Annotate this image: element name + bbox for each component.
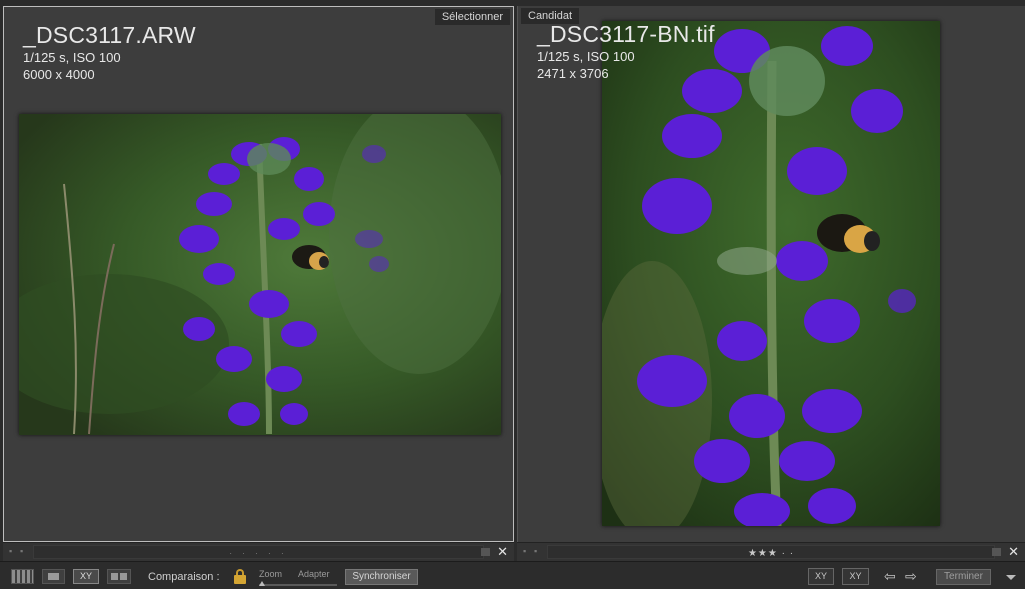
- compare-label: Comparaison :: [148, 571, 220, 583]
- swap-icon[interactable]: XY: [808, 568, 834, 585]
- select-filename: _DSC3117.ARW: [23, 22, 196, 48]
- select-pane[interactable]: Sélectionner _DSC3117.ARW 1/125 s, ISO 1…: [3, 6, 514, 542]
- select-photo[interactable]: [19, 114, 501, 435]
- candidate-info: _DSC3117-BN.tif 1/125 s, ISO 100 2471 x …: [537, 21, 715, 82]
- flag-icon[interactable]: ▪: [523, 547, 532, 556]
- select-rating-dots: · · · · ·: [229, 549, 288, 558]
- reject-flag-icon[interactable]: ▪: [20, 547, 29, 556]
- select-photo-image: [19, 114, 501, 435]
- lock-body: [234, 575, 246, 584]
- survey-view-icon[interactable]: [107, 569, 131, 584]
- compare-view-icon[interactable]: XY: [73, 569, 99, 584]
- candidate-exposure: 1/125 s, ISO 100: [537, 49, 635, 64]
- lock-icon[interactable]: [234, 569, 246, 584]
- select-exposure: 1/125 s, ISO 100: [23, 50, 121, 65]
- select-dimensions: 6000 x 4000: [23, 67, 95, 82]
- candidate-status-strip: ▪ ▪ ★★★ · · ✕: [517, 542, 1025, 561]
- reject-flag-icon[interactable]: ▪: [534, 547, 543, 556]
- arrow-right-icon[interactable]: ⇨: [905, 567, 917, 585]
- bottom-toolbar: XY Comparaison : Zoom Adapter Synchronis…: [0, 561, 1025, 589]
- candidate-dimensions: 2471 x 3706: [537, 66, 609, 81]
- sync-button[interactable]: Synchroniser: [345, 569, 418, 585]
- select-info: _DSC3117.ARW 1/125 s, ISO 100 6000 x 400…: [23, 22, 196, 83]
- zoom-slider-thumb[interactable]: [259, 581, 265, 586]
- candidate-rating-bar[interactable]: ★★★ · ·: [547, 545, 995, 559]
- chevron-down-icon[interactable]: [1006, 575, 1016, 580]
- close-select-icon[interactable]: ✕: [497, 545, 508, 559]
- color-label-icon[interactable]: [992, 548, 1001, 556]
- zoom-label: Zoom: [259, 569, 283, 579]
- candidate-photo-image: [602, 21, 940, 526]
- fit-label: Adapter: [298, 569, 330, 579]
- zoom-slider[interactable]: [259, 581, 337, 586]
- candidate-pane[interactable]: Candidat _DSC3117-BN.tif 1/125 s, ISO 10…: [517, 6, 1025, 542]
- select-tag: Sélectionner: [434, 9, 510, 25]
- candidate-filename: _DSC3117-BN.tif: [537, 21, 715, 47]
- make-select-icon[interactable]: XY: [842, 568, 869, 585]
- candidate-rating-stars: ★★★ · ·: [747, 548, 795, 559]
- color-label-icon[interactable]: [481, 548, 490, 556]
- compare-view: Sélectionner _DSC3117.ARW 1/125 s, ISO 1…: [0, 0, 1025, 589]
- done-button[interactable]: Terminer: [936, 569, 991, 585]
- arrow-left-icon[interactable]: ⇦: [884, 567, 896, 585]
- candidate-photo[interactable]: [602, 21, 940, 526]
- select-status-strip: ▪ ▪ · · · · · ✕: [3, 542, 514, 561]
- loupe-view-icon[interactable]: [42, 569, 65, 584]
- select-rating-bar[interactable]: · · · · ·: [33, 545, 484, 559]
- close-candidate-icon[interactable]: ✕: [1008, 545, 1019, 559]
- flag-icon[interactable]: ▪: [9, 547, 18, 556]
- grid-view-icon[interactable]: [11, 569, 34, 584]
